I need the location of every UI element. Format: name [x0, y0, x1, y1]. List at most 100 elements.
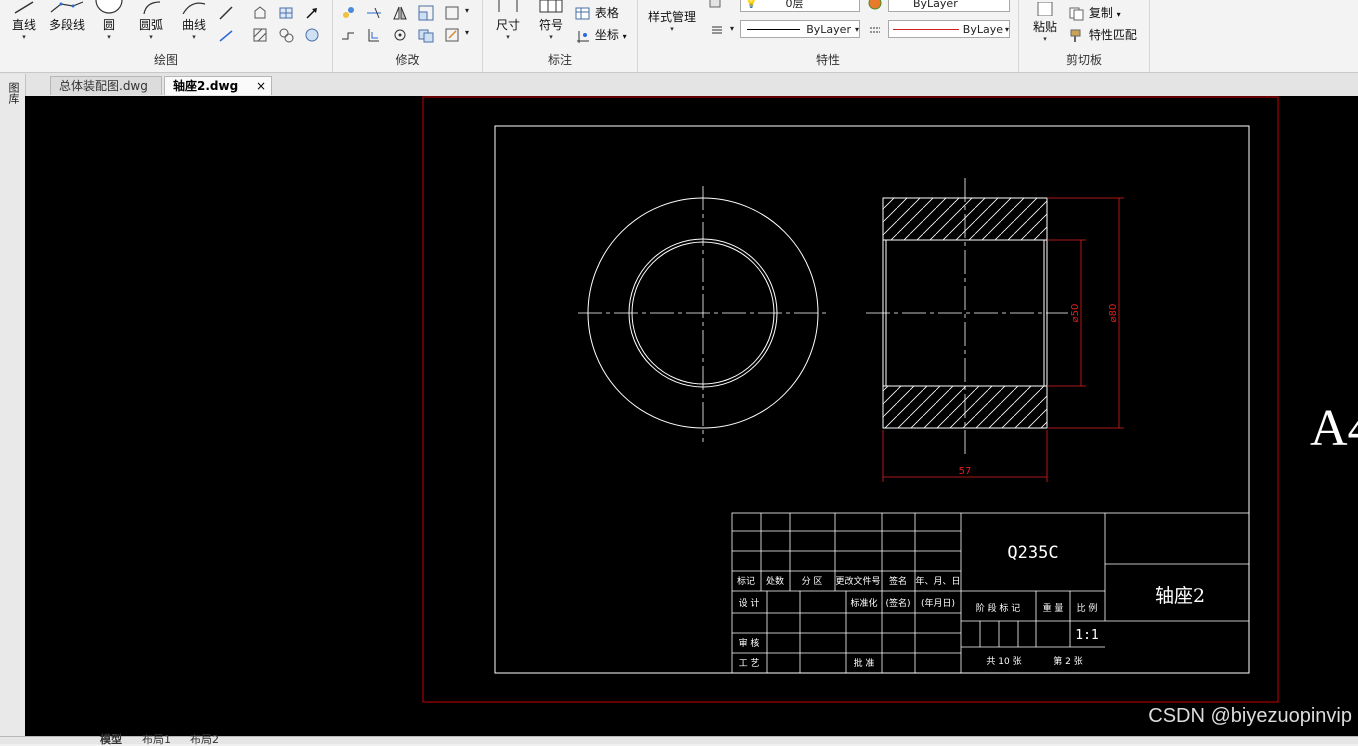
drawing-canvas[interactable]: ⌀50 ⌀80 57 标记 处数 分 区 更改文件号 签名 年、月、日 设 计 … — [25, 96, 1358, 736]
style-manager-button[interactable]: 样式管理 ▾ — [644, 6, 700, 33]
construction-line-button[interactable] — [217, 4, 235, 22]
region-button[interactable] — [251, 4, 269, 22]
offset-button[interactable] — [417, 26, 435, 44]
chevron-down-icon: ▾ — [107, 33, 111, 41]
tab-model[interactable]: 模型 — [100, 734, 122, 745]
library-panel-button[interactable]: 图库 — [5, 82, 20, 104]
circle-label: 圆 — [102, 18, 115, 32]
arc-button[interactable]: 圆弧 ▾ — [132, 0, 170, 41]
curve-icon — [182, 2, 206, 14]
material-value: Q235C — [1007, 543, 1058, 563]
block-icon — [305, 28, 319, 42]
circle-button[interactable]: 圆 ▾ — [92, 0, 126, 41]
tab-label: 总体装配图.dwg — [59, 79, 148, 93]
tab-axle-seat[interactable]: 轴座2.dwg × — [164, 76, 272, 95]
library-label: 图库 — [7, 82, 20, 104]
chevron-down-icon[interactable]: ▾ — [730, 24, 734, 33]
dim-d50: ⌀50 — [1070, 304, 1081, 323]
coordinate-button[interactable]: 坐标 ▾ — [575, 26, 627, 43]
linestyle-button[interactable] — [866, 21, 884, 39]
trim-button[interactable] — [365, 4, 383, 22]
mirror-icon — [393, 6, 407, 20]
array-button[interactable] — [443, 4, 461, 22]
copy-icon — [1069, 7, 1084, 20]
brush-icon — [1070, 29, 1081, 42]
polyline-icon — [50, 1, 84, 13]
properties-group-label: 特性 — [815, 53, 840, 67]
drawing-svg[interactable]: ⌀50 ⌀80 57 标记 处数 分 区 更改文件号 签名 年、月、日 设 计 … — [25, 96, 1358, 736]
dim-d80: ⌀80 — [1108, 304, 1119, 323]
draw-group: 直线 ▾ 多段线 圆 ▾ 圆弧 ▾ 曲线 ▾ 绘图 — [0, 0, 333, 72]
curve-button[interactable]: 曲线 ▾ — [176, 0, 212, 41]
lineweight-list-button[interactable] — [708, 21, 726, 39]
table-label: 表格 — [594, 6, 619, 20]
chevron-down-icon: ▾ — [670, 25, 674, 33]
chevron-down-icon[interactable]: ▾ — [465, 28, 469, 37]
copy-object-button[interactable] — [365, 26, 383, 44]
ray-button[interactable] — [217, 26, 235, 44]
clipboard-icon — [1037, 2, 1053, 16]
table-icon — [575, 7, 590, 19]
paste-button[interactable]: 粘贴 ▾ — [1027, 2, 1063, 43]
tab-layout1[interactable]: 布局1 — [142, 734, 171, 745]
block-button[interactable] — [303, 26, 321, 44]
move-button[interactable] — [339, 4, 357, 22]
table-draw-button[interactable] — [277, 4, 295, 22]
modify-group: ▾ ▾ 修改 — [333, 0, 483, 72]
chevron-down-icon: ▾ — [1004, 24, 1009, 34]
dimension-button[interactable]: 尺寸 ▾ — [491, 0, 525, 41]
chevron-down-icon[interactable]: ▾ — [465, 6, 469, 15]
rev-header-docno: 更改文件号 — [835, 575, 880, 587]
paper-boundary — [422, 96, 1279, 703]
tab-assembly-drawing[interactable]: 总体装配图.dwg — [50, 76, 162, 95]
mirror-button[interactable] — [391, 4, 409, 22]
layer-tools-button[interactable] — [706, 0, 724, 12]
standardize-label: 标准化 — [850, 597, 877, 609]
construction-line-icon — [219, 6, 233, 20]
rev-header-mark: 标记 — [737, 575, 755, 587]
hatch-icon — [253, 28, 267, 42]
rotate-button[interactable] — [391, 26, 409, 44]
linetype-value: ByLayer — [806, 22, 851, 36]
scale-button[interactable] — [417, 4, 435, 22]
style-manager-label: 样式管理 — [647, 10, 696, 24]
rev-header-zone: 分 区 — [802, 576, 823, 587]
close-icon[interactable]: × — [256, 77, 266, 96]
pattern-icon — [870, 27, 880, 33]
stretch-button[interactable] — [339, 26, 357, 44]
title-block-text: 标记 处数 分 区 更改文件号 签名 年、月、日 设 计 标准化 (签名) (年… — [737, 575, 1097, 669]
table-button[interactable]: 表格 — [575, 4, 619, 21]
dim-length: 57 — [959, 466, 972, 477]
line-icon — [14, 1, 34, 14]
edit-button[interactable] — [443, 26, 461, 44]
color-wheel-button[interactable] — [866, 0, 884, 12]
linetype-select[interactable]: ByLayer ▾ — [740, 20, 860, 38]
boundary-button[interactable] — [277, 26, 295, 44]
arrow-icon — [306, 8, 317, 19]
chevron-down-icon: ▾ — [22, 33, 26, 41]
symbol-button[interactable]: 符号 ▾ — [533, 0, 569, 41]
lineweight-select[interactable]: ByLaye ▾ — [888, 20, 1010, 38]
lines-icon — [712, 26, 722, 34]
layer-select[interactable]: 💡 0层 — [740, 0, 860, 12]
hatch-button[interactable] — [251, 26, 269, 44]
tab-layout2[interactable]: 布局2 — [190, 734, 219, 745]
color-select[interactable]: ByLayer — [888, 0, 1010, 12]
rotate-icon — [394, 29, 406, 41]
symbol-icon — [539, 0, 563, 13]
sheet-size-label: A4 — [1310, 400, 1358, 457]
sign-label: (签名) — [885, 597, 910, 609]
approve-label: 批 准 — [854, 657, 875, 669]
chevron-down-icon: ▾ — [506, 33, 510, 41]
match-properties-button[interactable]: 特性匹配 — [1069, 26, 1137, 43]
color-value: ByLayer — [913, 0, 958, 10]
copy-button[interactable]: 复制 ▾ — [1069, 4, 1121, 21]
stage-header: 阶 段 标 记 — [976, 602, 1021, 614]
design-label: 设 计 — [739, 597, 760, 609]
line-button[interactable]: 直线 ▾ — [6, 0, 42, 41]
date-label: (年月日) — [921, 597, 955, 609]
polyline-button[interactable]: 多段线 — [44, 0, 90, 33]
pick-button[interactable] — [303, 4, 321, 22]
linetype-sample — [747, 28, 801, 30]
copy-label: 复制 — [1088, 6, 1113, 20]
